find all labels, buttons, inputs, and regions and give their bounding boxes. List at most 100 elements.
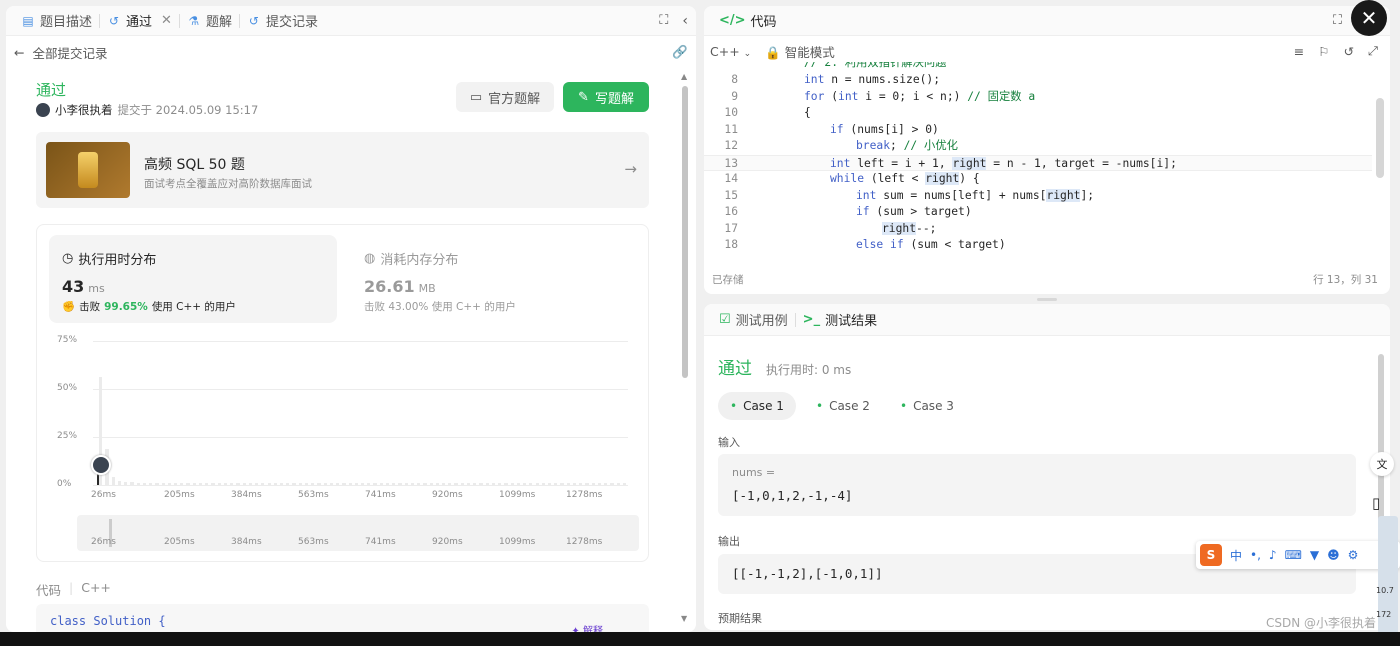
tab-accepted[interactable]: ↺ 通过 ✕ bbox=[100, 11, 179, 30]
chart-bar[interactable] bbox=[398, 483, 402, 485]
link-icon[interactable]: 🔗 bbox=[672, 44, 688, 60]
chart-bar[interactable] bbox=[442, 483, 446, 485]
reset-icon[interactable]: ↺ bbox=[1344, 44, 1354, 59]
chart-bar[interactable] bbox=[392, 483, 396, 485]
avatar[interactable] bbox=[36, 103, 50, 117]
back-link[interactable]: 全部提交记录 bbox=[32, 43, 107, 62]
close-tab-icon[interactable]: ✕ bbox=[161, 13, 172, 28]
chart-bar[interactable] bbox=[236, 483, 240, 485]
chart-bar[interactable] bbox=[354, 483, 358, 485]
chart-bar[interactable] bbox=[404, 483, 408, 485]
chart-bar[interactable] bbox=[485, 483, 489, 485]
chart-bar[interactable] bbox=[466, 483, 471, 485]
range-selector[interactable]: 26ms 205ms 384ms 563ms 741ms 920ms 1099ms 1278m… bbox=[77, 515, 639, 551]
close-overlay-button[interactable]: ✕ bbox=[1351, 0, 1387, 36]
memory-card[interactable]: ◍ 消耗内存分布 26.61 MB 击败 43.00% 使用 C++ 的用户 bbox=[351, 235, 639, 323]
chart-bar[interactable] bbox=[622, 483, 626, 485]
fullscreen-icon[interactable]: ⛶ bbox=[659, 13, 668, 28]
editor-scrollbar[interactable] bbox=[1376, 98, 1384, 178]
chart-bar[interactable] bbox=[198, 483, 203, 485]
language-select[interactable]: C++ ⌄ bbox=[710, 44, 751, 59]
chart-bar[interactable] bbox=[217, 483, 221, 485]
my-submission-marker[interactable] bbox=[91, 455, 111, 475]
chart-bar[interactable] bbox=[311, 483, 315, 485]
smart-mode-toggle[interactable]: 🔒 智能模式 bbox=[765, 42, 835, 61]
back-arrow-icon[interactable]: ← bbox=[14, 45, 24, 60]
promo-card[interactable]: 高频 SQL 50 题 面试考点全覆盖应对高阶数据库面试 → bbox=[36, 132, 649, 208]
chart-bar[interactable] bbox=[136, 482, 140, 485]
chart-bar[interactable] bbox=[498, 483, 502, 485]
chart-bar[interactable] bbox=[149, 483, 153, 485]
chart-bar[interactable] bbox=[223, 483, 228, 485]
chart-bar[interactable] bbox=[286, 483, 290, 485]
scroll-down-icon[interactable]: ▼ bbox=[681, 614, 687, 623]
chart-bar[interactable] bbox=[304, 483, 309, 485]
chart-bar[interactable] bbox=[373, 483, 377, 485]
runtime-card[interactable]: ◷ 执行用时分布 43 ms ✊ 击败 99.65% 使用 C++ 的用户 bbox=[49, 235, 337, 323]
chart-bar[interactable] bbox=[523, 483, 527, 485]
collapse-icon[interactable]: ‹ bbox=[682, 13, 688, 29]
chart-bar[interactable] bbox=[385, 483, 390, 485]
chart-bar[interactable] bbox=[604, 483, 608, 485]
chart-bar[interactable] bbox=[572, 483, 577, 485]
case-tab-1[interactable]: • Case 1 bbox=[718, 392, 796, 420]
chart-bar[interactable] bbox=[566, 483, 570, 485]
chart-bar[interactable] bbox=[379, 483, 383, 485]
chart-bar[interactable] bbox=[248, 483, 253, 485]
runtime-distribution-chart[interactable]: 75% 50% 25% 0% bbox=[37, 333, 648, 489]
chart-bar[interactable] bbox=[342, 483, 346, 485]
official-solution-button[interactable]: ▭ 官方题解 bbox=[456, 82, 554, 112]
chart-bar[interactable] bbox=[367, 483, 371, 485]
chart-bar[interactable] bbox=[448, 483, 452, 485]
left-scrollbar[interactable] bbox=[682, 86, 688, 378]
chart-bar[interactable] bbox=[541, 483, 545, 485]
fullscreen-icon[interactable]: ⛶ bbox=[1333, 13, 1342, 28]
chart-bar[interactable] bbox=[211, 483, 215, 485]
scroll-up-icon[interactable]: ▲ bbox=[681, 72, 687, 81]
chart-bar[interactable] bbox=[435, 483, 439, 485]
chart-bar[interactable] bbox=[547, 483, 552, 485]
chart-bar[interactable] bbox=[516, 483, 521, 485]
tab-submissions[interactable]: ↺ 提交记录 bbox=[240, 11, 325, 31]
chart-bar[interactable] bbox=[174, 483, 178, 485]
chart-bar[interactable] bbox=[161, 483, 165, 485]
code-editor[interactable]: // 2. 利用双指针解决问题 8 int n = nums.size(); 9 fo… bbox=[704, 62, 1372, 258]
explain-button[interactable]: ✦ 解释 bbox=[571, 622, 603, 632]
chart-bar[interactable] bbox=[180, 483, 184, 485]
chart-bar[interactable] bbox=[410, 483, 415, 485]
bookmark-icon[interactable]: ⚐ bbox=[1318, 44, 1329, 59]
chart-bar[interactable] bbox=[329, 483, 334, 485]
chart-bar[interactable] bbox=[529, 483, 533, 485]
translate-icon[interactable]: 文 bbox=[1370, 452, 1394, 476]
chart-bar[interactable] bbox=[510, 483, 514, 485]
chart-bar[interactable] bbox=[142, 483, 147, 485]
tab-testcases[interactable]: ☑ 测试用例 bbox=[712, 310, 795, 329]
chart-bar[interactable] bbox=[491, 483, 496, 485]
tab-description[interactable]: ▤ 题目描述 bbox=[14, 11, 99, 31]
chart-bar[interactable] bbox=[479, 483, 483, 485]
panel-resize-handle[interactable] bbox=[1037, 298, 1057, 301]
chart-bar[interactable] bbox=[261, 483, 265, 485]
chart-bar[interactable] bbox=[429, 483, 433, 485]
chart-bar[interactable] bbox=[167, 483, 171, 485]
chart-bar[interactable] bbox=[585, 483, 589, 485]
expand-icon[interactable]: ⤢ bbox=[1368, 43, 1378, 59]
chart-bar[interactable] bbox=[317, 483, 321, 485]
chart-bar[interactable] bbox=[279, 483, 284, 485]
chart-bar[interactable] bbox=[242, 483, 246, 485]
chart-bar[interactable] bbox=[117, 481, 122, 485]
tab-test-result[interactable]: >_ 测试结果 bbox=[796, 310, 884, 329]
tab-solutions[interactable]: ⚗ 题解 bbox=[180, 11, 239, 31]
chart-bar[interactable] bbox=[591, 483, 595, 485]
chart-bar[interactable] bbox=[348, 483, 352, 485]
chart-bar[interactable] bbox=[504, 483, 508, 485]
chart-bar[interactable] bbox=[124, 482, 128, 485]
chart-bar[interactable] bbox=[454, 483, 458, 485]
chart-bar[interactable] bbox=[597, 483, 602, 485]
write-solution-button[interactable]: ✎ 写题解 bbox=[563, 82, 649, 112]
format-icon[interactable]: ≡ bbox=[1294, 44, 1304, 59]
chart-bar[interactable] bbox=[554, 483, 558, 485]
chart-bar[interactable] bbox=[473, 483, 477, 485]
chart-bar[interactable] bbox=[616, 483, 620, 485]
chart-bar[interactable] bbox=[192, 483, 196, 485]
